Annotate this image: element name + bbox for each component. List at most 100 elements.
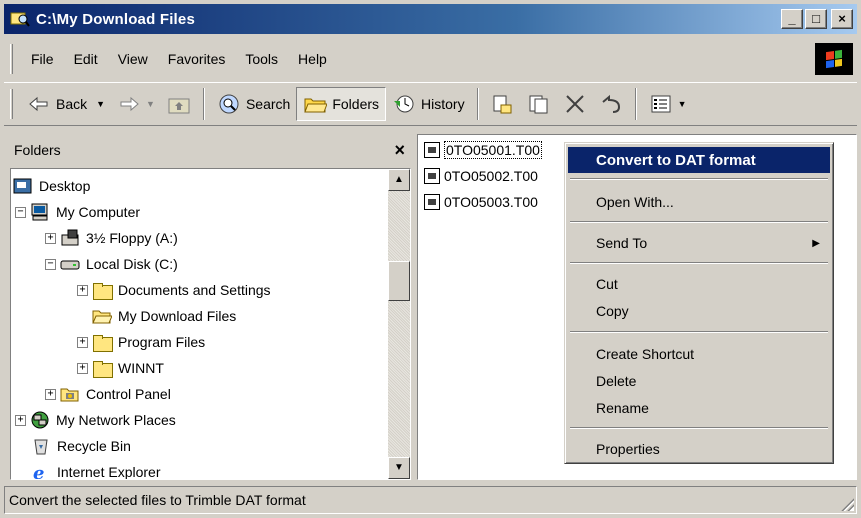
menu-rename[interactable]: Rename (568, 395, 830, 421)
close-button[interactable]: × (831, 9, 853, 29)
desktop-icon (13, 177, 33, 195)
menu-cut[interactable]: Cut (568, 271, 830, 297)
file-name: 0TO05003.T00 (444, 194, 538, 210)
window-title: C:\My Download Files (36, 10, 196, 28)
tree-item-label: My Network Places (56, 412, 176, 428)
views-dropdown-icon[interactable]: ▼ (678, 99, 687, 109)
resize-grip-icon[interactable] (840, 497, 854, 511)
folders-label: Folders (332, 96, 380, 112)
folders-pane-title: Folders (14, 142, 61, 158)
back-label: Back (56, 96, 88, 112)
menubar-grip[interactable] (10, 44, 13, 74)
file-name: 0TO05002.T00 (444, 168, 538, 184)
file-item[interactable]: 0TO05001.T00 (424, 139, 542, 161)
explorer-window-icon[interactable] (10, 10, 30, 28)
menu-separator (570, 331, 828, 333)
file-item[interactable]: 0TO05002.T00 (424, 165, 538, 187)
up-folder-icon (167, 93, 191, 115)
folders-pane-header: Folders × (6, 134, 411, 166)
toolbar-grip[interactable] (10, 89, 13, 119)
menu-create-shortcut[interactable]: Create Shortcut (568, 341, 830, 367)
menu-send-to-label: Send To (596, 235, 648, 251)
folders-icon (303, 93, 329, 115)
undo-button[interactable] (593, 87, 629, 121)
menu-properties[interactable]: Properties (568, 436, 830, 462)
expand-icon[interactable]: + (45, 388, 56, 400)
menu-help[interactable]: Help (288, 51, 337, 67)
menu-copy[interactable]: Copy (568, 298, 830, 324)
copy-to-icon (527, 93, 551, 115)
scroll-up-icon[interactable]: ▲ (388, 169, 410, 191)
forward-arrow-icon (117, 93, 141, 115)
tree-item-my-computer[interactable]: − My Computer (15, 199, 140, 225)
expand-icon[interactable]: + (77, 362, 88, 374)
toolbar-separator (476, 88, 479, 120)
scroll-down-icon[interactable]: ▼ (388, 457, 410, 479)
toolbar-separator (202, 88, 205, 120)
delete-button[interactable] (557, 87, 593, 121)
folders-pane-close-icon[interactable]: × (394, 140, 405, 161)
tree-item-label: Local Disk (C:) (86, 256, 178, 272)
history-button[interactable]: History (386, 87, 471, 121)
maximize-button[interactable]: □ (805, 9, 827, 29)
tree-item-my-download-files[interactable]: My Download Files (92, 303, 236, 329)
tree-item-label: Recycle Bin (57, 438, 131, 454)
up-button[interactable] (161, 87, 197, 121)
control-panel-icon (60, 385, 80, 403)
menu-send-to[interactable]: Send To ▶ (568, 230, 830, 256)
views-button[interactable]: ▼ (643, 87, 693, 121)
title-bar[interactable]: C:\My Download Files _ □ × (4, 4, 857, 34)
floppy-icon (60, 229, 80, 247)
expand-icon[interactable]: + (77, 336, 88, 348)
tree-item-documents-and-settings[interactable]: + Documents and Settings (77, 277, 271, 303)
minimize-button[interactable]: _ (781, 9, 803, 29)
menu-view[interactable]: View (108, 51, 158, 67)
collapse-icon[interactable]: − (45, 258, 56, 270)
menu-file[interactable]: File (21, 51, 64, 67)
tree-item-my-network-places[interactable]: + My Network Places (15, 407, 176, 433)
tree-item-internet-explorer[interactable]: e Internet Explorer (31, 459, 161, 479)
menu-convert-to-dat[interactable]: Convert to DAT format (568, 147, 830, 173)
open-folder-icon (92, 307, 113, 325)
tree-item-recycle-bin[interactable]: Recycle Bin (31, 433, 131, 459)
undo-icon (599, 93, 623, 115)
search-button[interactable]: Search (211, 87, 296, 121)
menu-delete[interactable]: Delete (568, 368, 830, 394)
file-icon (424, 168, 440, 184)
expand-icon[interactable]: + (77, 284, 88, 296)
copy-to-button[interactable] (521, 87, 557, 121)
expand-icon[interactable]: + (45, 232, 56, 244)
back-dropdown-icon[interactable]: ▼ (96, 99, 105, 109)
tree-item-winnt[interactable]: + WINNT (77, 355, 164, 381)
search-icon (217, 93, 241, 115)
forward-button[interactable]: ▼ (111, 87, 161, 121)
back-button[interactable]: Back ▼ (21, 87, 111, 121)
disk-icon (60, 255, 80, 273)
scroll-thumb[interactable] (388, 261, 410, 301)
toolbar-separator (634, 88, 637, 120)
tree-item-desktop[interactable]: Desktop (13, 173, 90, 199)
file-item[interactable]: 0TO05003.T00 (424, 191, 538, 213)
search-label: Search (245, 96, 291, 112)
menu-edit[interactable]: Edit (64, 51, 108, 67)
tree-item-label: Program Files (118, 334, 206, 350)
menu-tools[interactable]: Tools (235, 51, 288, 67)
folder-tree-scrollbar[interactable]: ▲ ▼ (388, 169, 410, 479)
tree-item-control-panel[interactable]: + Control Panel (45, 381, 171, 407)
views-icon (649, 93, 673, 115)
network-icon (30, 411, 50, 429)
tree-item-floppy[interactable]: + 3½ Floppy (A:) (45, 225, 178, 251)
tree-item-label: Desktop (39, 178, 91, 194)
tree-item-label: My Download Files (118, 308, 237, 324)
move-to-button[interactable] (485, 87, 521, 121)
tree-item-local-disk[interactable]: − Local Disk (C:) (45, 251, 178, 277)
menu-open-with[interactable]: Open With... (568, 189, 830, 215)
forward-dropdown-icon[interactable]: ▼ (146, 99, 155, 109)
menu-favorites[interactable]: Favorites (158, 51, 236, 67)
collapse-icon[interactable]: − (15, 206, 26, 218)
back-arrow-icon (27, 93, 51, 115)
folder-tree: Desktop − My Computer + 3½ Floppy (A:) − (10, 168, 411, 480)
folders-button[interactable]: Folders (296, 87, 387, 121)
expand-icon[interactable]: + (15, 414, 26, 426)
tree-item-program-files[interactable]: + Program Files (77, 329, 205, 355)
